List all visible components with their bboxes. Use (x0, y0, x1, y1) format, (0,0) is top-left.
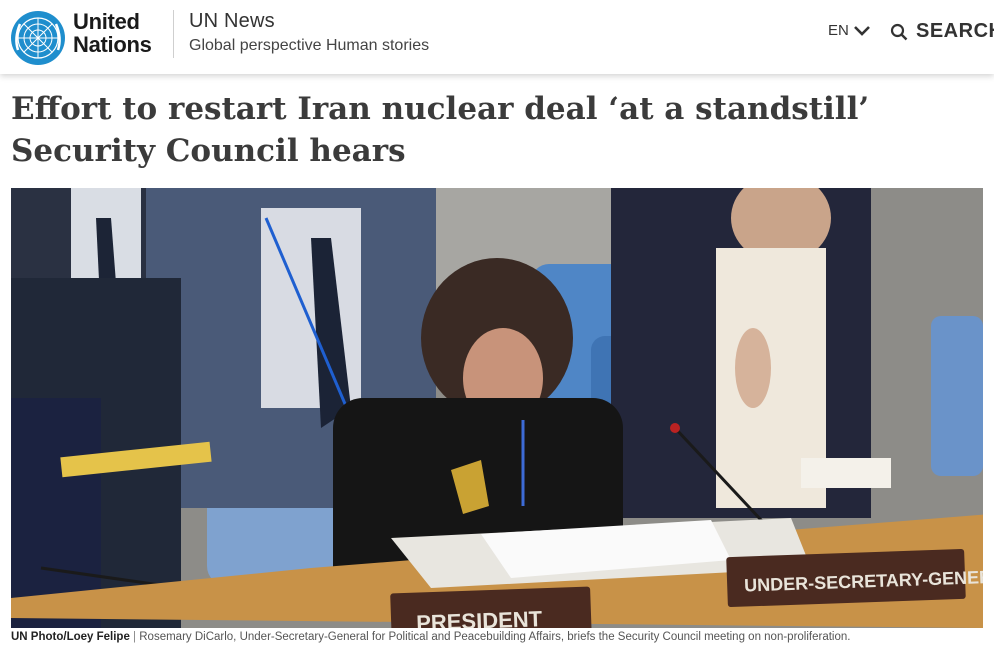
article-photo: UNDER-SECRETARY-GENERAL PRESIDENT (11, 188, 983, 628)
org-line2: Nations (73, 32, 152, 57)
site-header: United Nations UN News Global perspectiv… (0, 0, 994, 74)
site-tagline: Global perspective Human stories (189, 37, 430, 54)
language-selector[interactable]: EN (828, 22, 871, 39)
un-wordmark[interactable]: United Nations (73, 10, 152, 56)
caption-separator: | (133, 631, 137, 643)
header-divider (173, 10, 174, 58)
photo-credit: UN Photo/Loey Felipe (11, 631, 130, 643)
placard-president: PRESIDENT (390, 586, 592, 628)
un-emblem-icon[interactable] (10, 10, 66, 66)
placard-president-label: PRESIDENT (416, 606, 543, 628)
site-name[interactable]: UN News (189, 10, 275, 33)
org-line1: United (73, 9, 140, 34)
search-label: SEARCH (916, 20, 994, 42)
language-label: EN (828, 22, 849, 39)
search-icon (890, 23, 908, 40)
search-button[interactable]: SEARCH (890, 20, 994, 43)
photo-illustration: UNDER-SECRETARY-GENERAL PRESIDENT (11, 188, 983, 628)
photo-caption: UN Photo/Loey Felipe | Rosemary DiCarlo,… (11, 630, 983, 644)
article-headline: Effort to restart Iran nuclear deal ‘at … (11, 91, 870, 169)
chevron-down-icon (853, 25, 870, 36)
placard-usg: UNDER-SECRETARY-GENERAL (726, 548, 983, 608)
caption-text: Rosemary DiCarlo, Under-Secretary-Genera… (139, 631, 851, 643)
